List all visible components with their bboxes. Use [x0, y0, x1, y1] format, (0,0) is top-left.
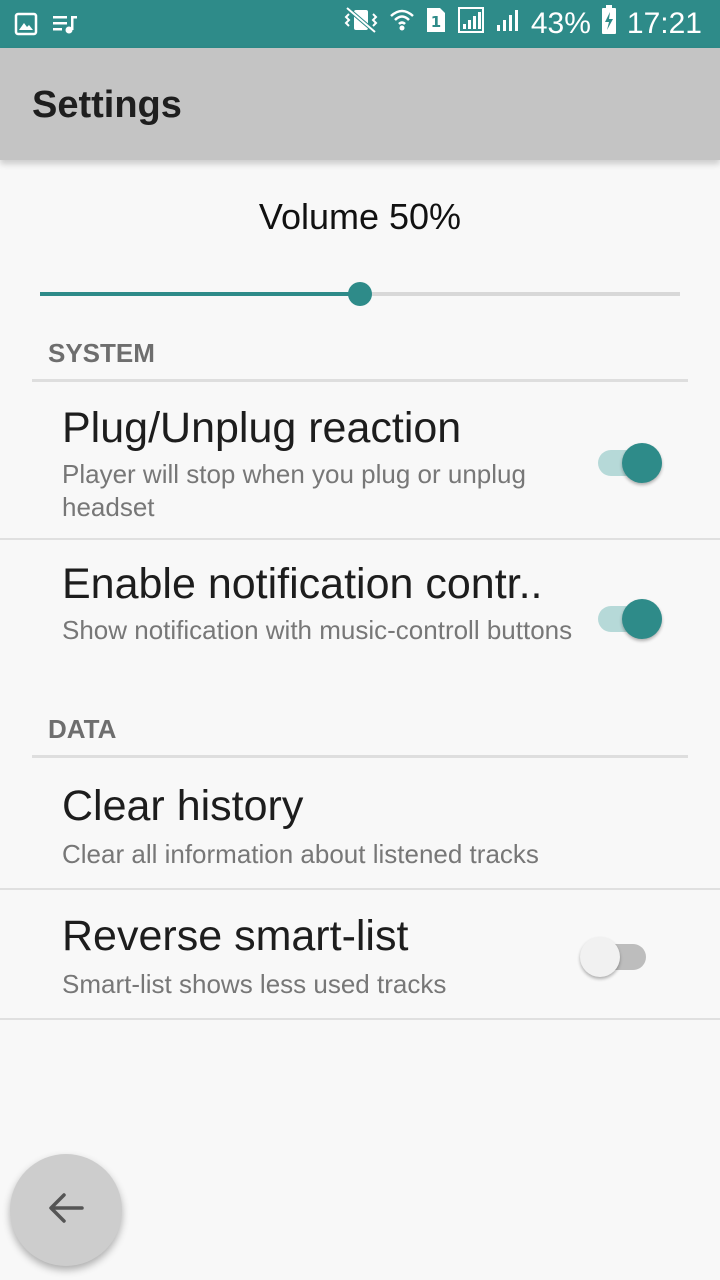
music-queue-icon: [52, 12, 78, 41]
volume-slider[interactable]: [40, 278, 680, 310]
battery-charging-icon: [601, 5, 617, 43]
volume-label: Volume 50%: [258, 196, 462, 237]
section-header-system: SYSTEM: [48, 338, 155, 368]
page-title: Settings: [32, 84, 182, 126]
back-button[interactable]: [10, 1154, 122, 1266]
setting-notification-controls[interactable]: Enable notification contr.. Show notific…: [0, 540, 720, 700]
app-bar: Settings: [0, 48, 720, 160]
signal-2-icon: [495, 6, 521, 42]
battery-percent: 43%: [530, 7, 591, 40]
setting-reverse-smart-list[interactable]: Reverse smart-list Smart-list shows less…: [0, 890, 720, 1018]
plug-unplug-toggle[interactable]: [596, 438, 666, 483]
setting-title: Reverse smart-list: [62, 912, 409, 960]
setting-title: Enable notification contr..: [62, 560, 543, 608]
setting-subtitle: Show notification with music-controll bu…: [62, 615, 573, 645]
reverse-smart-list-toggle[interactable]: [580, 932, 650, 977]
toggle-thumb: [622, 443, 662, 483]
arrow-back-icon: [42, 1184, 90, 1237]
signal-1-icon: [457, 6, 485, 42]
svg-text:1: 1: [431, 13, 441, 31]
row-divider: [0, 1018, 720, 1020]
setting-subtitle: Clear all information about listened tra…: [62, 839, 539, 869]
status-bar: 1 43% 17:21: [0, 0, 720, 48]
wifi-icon: [389, 6, 415, 42]
image-icon: [14, 12, 38, 41]
setting-subtitle: Player will stop when you plug or unplug…: [62, 459, 526, 522]
vibrate-icon: [343, 6, 379, 42]
volume-slider-thumb[interactable]: [348, 282, 372, 306]
setting-title: Clear history: [62, 782, 304, 830]
setting-clear-history[interactable]: Clear history Clear all information abou…: [0, 758, 720, 888]
setting-subtitle: Smart-list shows less used tracks: [62, 969, 447, 999]
notification-controls-toggle[interactable]: [596, 594, 666, 639]
volume-slider-fill: [40, 292, 360, 296]
setting-plug-unplug[interactable]: Plug/Unplug reaction Player will stop wh…: [0, 382, 720, 538]
section-header-data: DATA: [48, 714, 117, 744]
sim-1-icon: 1: [425, 6, 447, 42]
clock: 17:21: [626, 7, 702, 40]
setting-title: Plug/Unplug reaction: [62, 404, 462, 452]
toggle-thumb: [622, 599, 662, 639]
toggle-thumb: [580, 937, 620, 977]
